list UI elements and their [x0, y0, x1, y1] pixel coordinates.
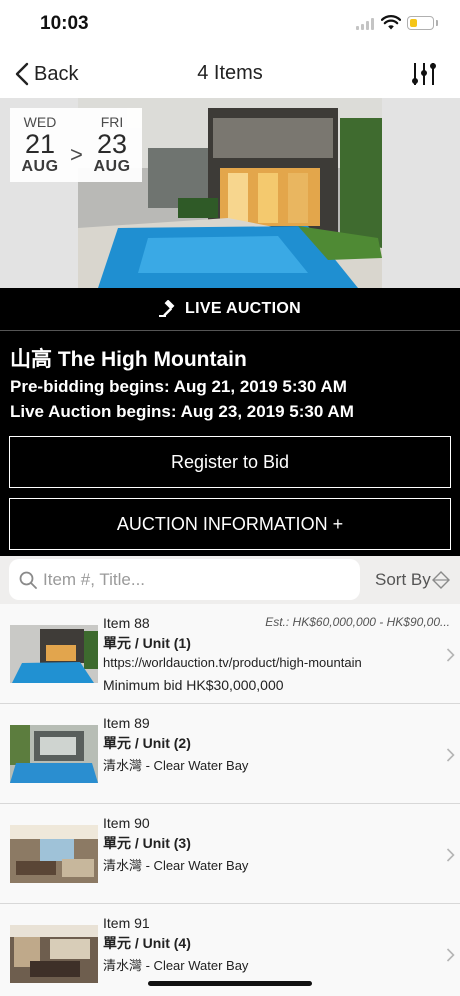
prebid-start: Pre-bidding begins: Aug 21, 2019 5:30 AM: [10, 377, 347, 396]
start-month: AUG: [21, 158, 59, 175]
item-thumbnail: [10, 725, 98, 783]
status-time: 10:03: [40, 13, 89, 34]
cellular-signal-icon: [356, 18, 376, 30]
auction-date-range: WED 21 AUG > FRI 23 AUG: [10, 108, 142, 182]
item-location: 清水灣 - Clear Water Bay: [103, 958, 249, 973]
chevron-right-icon: [446, 948, 455, 962]
hero-banner: WED 21 AUG > FRI 23 AUG: [0, 98, 460, 288]
search-icon: [19, 571, 37, 589]
end-weekday: FRI: [100, 114, 124, 130]
start-weekday: WED: [23, 114, 57, 130]
end-day: 23: [96, 129, 128, 159]
item-number: Item 88: [103, 615, 150, 631]
status-bar: 10:03: [0, 0, 460, 50]
start-day: 21: [24, 129, 56, 159]
item-thumbnail: [10, 925, 98, 983]
gavel-icon: [159, 300, 175, 317]
end-month: AUG: [93, 158, 131, 175]
item-thumbnail: [10, 625, 98, 683]
auction-title: 山高 The High Mountain: [10, 348, 247, 371]
item-title: 單元 / Unit (2): [103, 735, 191, 751]
navigation-bar: Back 4 Items: [0, 50, 460, 98]
item-number: Item 90: [103, 815, 150, 831]
item-list: Item 88 Est.: HK$60,000,000 - HK$90,00..…: [0, 604, 460, 996]
date-separator: >: [70, 142, 83, 167]
sort-by-button[interactable]: Sort By: [375, 568, 451, 592]
sort-label: Sort By: [375, 570, 431, 589]
home-indicator: [148, 981, 312, 986]
list-item[interactable]: Item 90 單元 / Unit (3) 清水灣 - Clear Water …: [0, 804, 460, 904]
item-title: 單元 / Unit (1): [103, 635, 191, 651]
item-link: https://worldauction.tv/product/high-mou…: [103, 655, 362, 670]
item-number: Item 91: [103, 915, 150, 931]
search-field: [9, 559, 360, 600]
auction-details: 山高 The High Mountain Pre-bidding begins:…: [0, 331, 460, 556]
item-estimate: Est.: HK$60,000,000 - HK$90,00...: [265, 615, 450, 629]
item-location: 清水灣 - Clear Water Bay: [103, 858, 249, 873]
register-to-bid-button[interactable]: Register to Bid: [9, 436, 451, 488]
chevron-right-icon: [446, 848, 455, 862]
wifi-icon: [381, 15, 401, 30]
item-number: Item 89: [103, 715, 150, 731]
item-title: 單元 / Unit (4): [103, 935, 191, 951]
sort-diamond-icon: [431, 571, 450, 589]
chevron-right-icon: [446, 648, 455, 662]
live-auction-banner: LIVE AUCTION: [0, 288, 460, 330]
list-item[interactable]: Item 89 單元 / Unit (2) 清水灣 - Clear Water …: [0, 704, 460, 804]
search-input[interactable]: [43, 565, 348, 595]
item-minimum-bid: Minimum bid HK$30,000,000: [103, 677, 284, 693]
live-auction-label: LIVE AUCTION: [185, 300, 301, 317]
sliders-icon[interactable]: [410, 60, 438, 88]
page-title: 4 Items: [197, 62, 263, 84]
item-location: 清水灣 - Clear Water Bay: [103, 758, 249, 773]
item-title: 單元 / Unit (3): [103, 835, 191, 851]
search-bar: Sort By: [0, 556, 460, 604]
battery-icon: [407, 16, 434, 30]
item-thumbnail: [10, 825, 98, 883]
live-auction-start: Live Auction begins: Aug 23, 2019 5:30 A…: [10, 402, 354, 421]
list-item[interactable]: Item 88 Est.: HK$60,000,000 - HK$90,00..…: [0, 604, 460, 704]
auction-information-button[interactable]: AUCTION INFORMATION +: [9, 498, 451, 550]
chevron-right-icon: [446, 748, 455, 762]
